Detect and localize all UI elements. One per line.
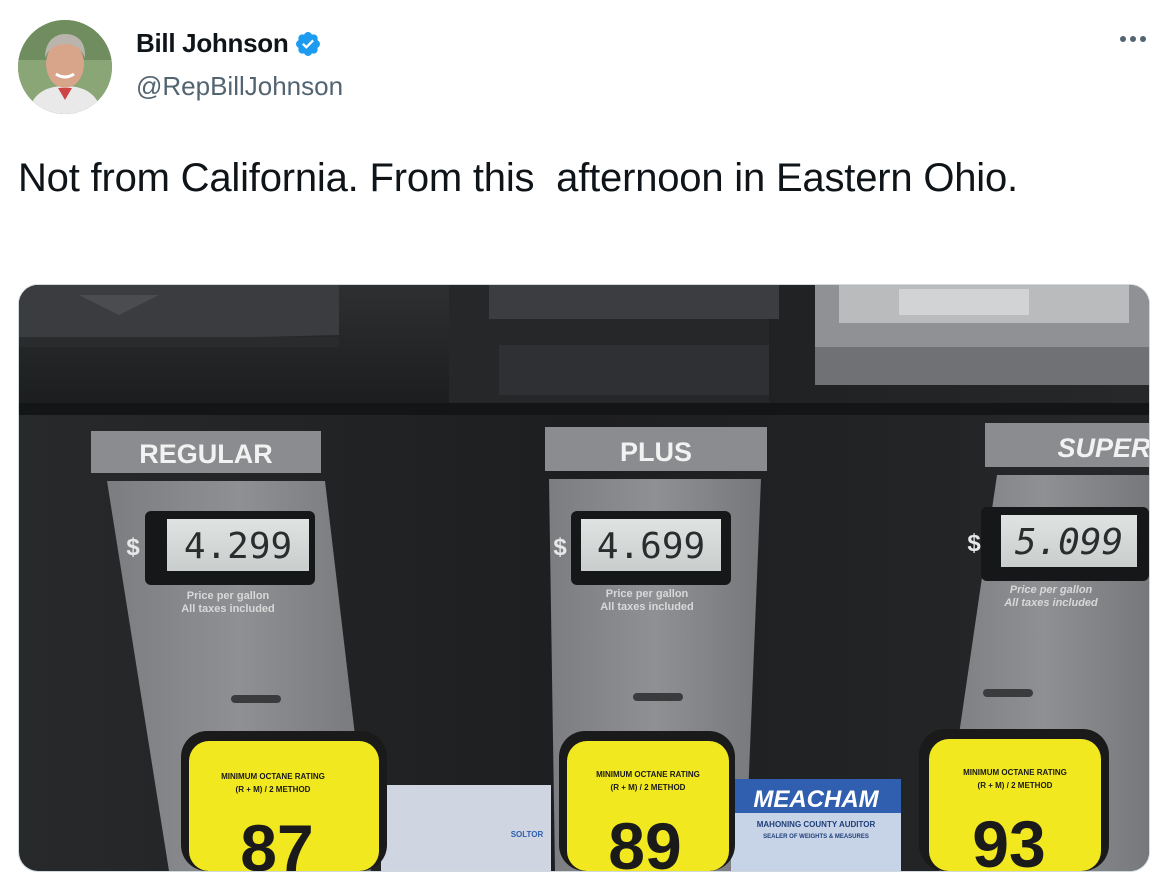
octane-label-plus-2: (R + M) / 2 METHOD [611,783,686,792]
currency-sign-plus: $ [553,534,567,561]
price-display-plus: 4.699 [597,526,705,567]
sticker-subtitle-2: SEALER OF WEIGHTS & MEASURES [763,834,869,840]
gas-pump-photo: REGULAR PLUS SUPER $ $ $ 4.299 4.699 5.0… [19,285,1149,871]
octane-label-regular-1: MINIMUM OCTANE RATING [221,772,325,781]
octane-label-regular-2: (R + M) / 2 METHOD [236,785,311,794]
verified-badge-icon [296,31,321,56]
avatar[interactable] [18,20,112,114]
price-display-super: 5.099 [1015,522,1123,563]
sticker-title: MEACHAM [753,786,879,813]
more-horizontal-icon[interactable] [1118,32,1148,46]
octane-number-regular: 87 [240,811,313,871]
tweet-photo[interactable]: REGULAR PLUS SUPER $ $ $ 4.299 4.699 5.0… [18,284,1150,872]
author-handle[interactable]: @RepBillJohnson [136,71,343,102]
grade-label-super: SUPER [1057,433,1149,463]
price-caption-regular-2: All taxes included [181,603,275,615]
octane-number-super: 93 [972,807,1045,871]
tweet-text: Not from California. From this afternoon… [18,156,1018,200]
sticker-left-text: SOLTOR [511,830,544,839]
author-name-row: Bill Johnson [136,28,322,59]
octane-label-plus-1: MINIMUM OCTANE RATING [596,770,700,779]
price-caption-super-1: Price per gallon [1010,584,1093,596]
octane-number-plus: 89 [608,809,681,871]
currency-sign-super: $ [967,530,981,557]
octane-label-super-2: (R + M) / 2 METHOD [978,781,1053,790]
price-caption-plus-2: All taxes included [600,601,694,613]
tweet-header: Bill Johnson @RepBillJohnson [18,18,1148,118]
author-name[interactable]: Bill Johnson [136,28,289,59]
grade-label-regular: REGULAR [139,439,273,469]
grade-label-plus: PLUS [620,437,692,467]
price-caption-super-2: All taxes included [1003,597,1098,609]
sticker-subtitle: MAHONING COUNTY AUDITOR [757,820,876,829]
currency-sign-regular: $ [126,534,140,561]
price-caption-regular-1: Price per gallon [187,590,270,602]
price-display-regular: 4.299 [184,526,292,567]
price-caption-plus-1: Price per gallon [606,588,689,600]
octane-label-super-1: MINIMUM OCTANE RATING [963,768,1067,777]
